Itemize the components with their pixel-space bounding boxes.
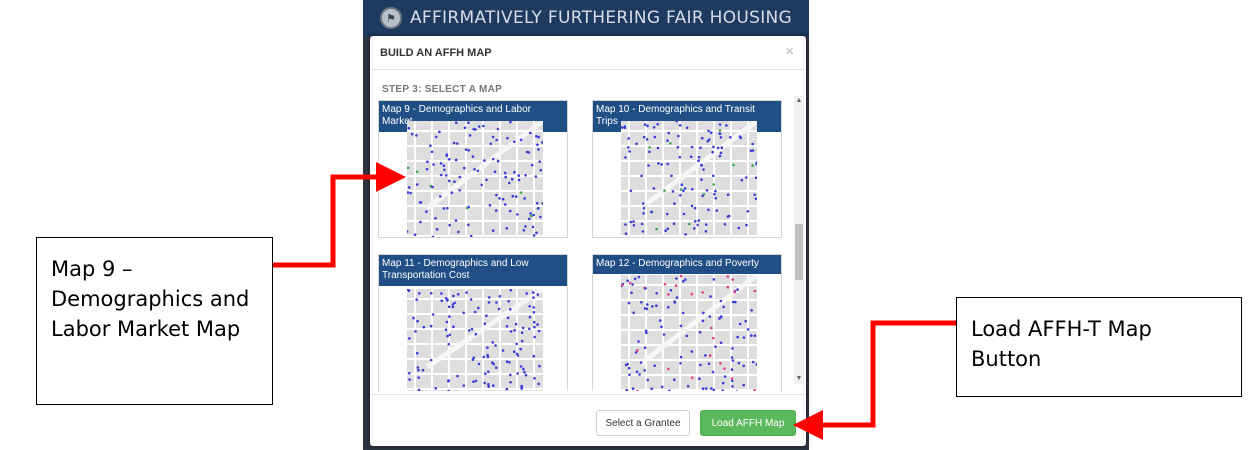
- arrow-to-map-9: [273, 162, 406, 268]
- annotation-arrows: [273, 162, 956, 440]
- arrow-to-load-button: [793, 320, 956, 440]
